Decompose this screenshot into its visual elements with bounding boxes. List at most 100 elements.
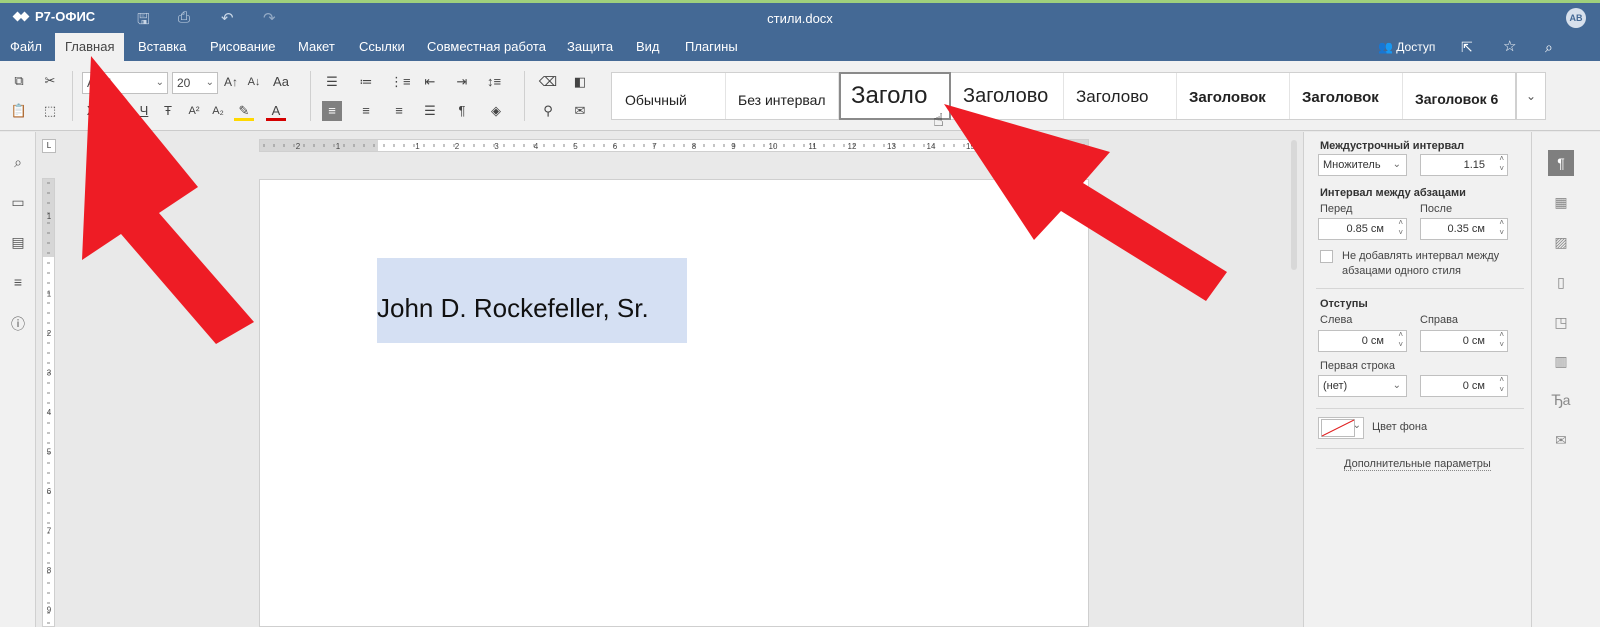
- tab-stop-selector[interactable]: L: [42, 139, 56, 153]
- search-icon[interactable]: ⌕: [9, 154, 27, 172]
- background-color-picker[interactable]: ⌄: [1318, 417, 1364, 439]
- subscript-button[interactable]: A₂: [208, 101, 228, 121]
- font-name-combo[interactable]: Arial ⌄: [82, 72, 168, 94]
- spinner-icon[interactable]: ˄ ˅: [1398, 218, 1403, 238]
- highlight-icon[interactable]: ✎: [234, 101, 254, 121]
- grow-font-button[interactable]: A↑: [222, 72, 240, 92]
- cut-icon[interactable]: ✂: [40, 71, 60, 91]
- tab-layout[interactable]: Макет: [288, 33, 345, 61]
- tab-insert[interactable]: Вставка: [128, 33, 196, 61]
- paragraph-marks-icon[interactable]: ¶: [452, 101, 472, 121]
- align-right-icon[interactable]: ≡: [389, 101, 409, 121]
- spinner-icon[interactable]: ˄ ˅: [1499, 218, 1504, 238]
- line-spacing-title: Междустрочный интервал: [1320, 140, 1465, 152]
- italic-button[interactable]: К: [108, 101, 128, 121]
- strikethrough-button[interactable]: Ŧ: [158, 101, 178, 121]
- vertical-scrollbar[interactable]: [1289, 140, 1299, 280]
- change-case-button[interactable]: Aa: [268, 72, 294, 92]
- right-sidebar: ¶ ▦ ▨ ▯ ◳ ▥ Ꚋa ✉: [1531, 132, 1600, 627]
- style-heading-4[interactable]: Заголовок: [1177, 73, 1290, 119]
- image-settings-icon[interactable]: ▨: [1548, 229, 1574, 255]
- copy-style-icon[interactable]: ⚲: [538, 101, 558, 121]
- multilevel-list-icon[interactable]: ⋮≡: [390, 72, 411, 92]
- bold-button[interactable]: Ж: [83, 101, 103, 121]
- info-icon[interactable]: ⓘ: [9, 314, 27, 332]
- style-normal[interactable]: Обычный: [612, 73, 726, 119]
- clear-style-icon[interactable]: ⌫: [538, 72, 558, 92]
- tab-draw[interactable]: Рисование: [200, 33, 285, 61]
- styles-expand-chevron-icon[interactable]: ⌄: [1516, 72, 1546, 120]
- first-line-value-input[interactable]: 0 см ˄ ˅: [1420, 375, 1508, 397]
- shape-settings-icon[interactable]: ◳: [1548, 309, 1574, 335]
- line-spacing-icon[interactable]: ↕≡: [484, 72, 504, 92]
- search-icon[interactable]: ⌕: [1545, 33, 1553, 61]
- tab-plugins[interactable]: Плагины: [675, 33, 748, 61]
- paragraph-settings-icon[interactable]: ¶: [1548, 150, 1574, 176]
- select-all-icon[interactable]: ⬚: [40, 101, 60, 121]
- bullet-list-icon[interactable]: ☰: [322, 72, 342, 92]
- justify-icon[interactable]: ☰: [420, 101, 440, 121]
- style-heading-6[interactable]: Заголовок 6: [1403, 73, 1516, 119]
- text-art-icon[interactable]: Ꚋa: [1548, 387, 1574, 413]
- avatar[interactable]: АВ: [1566, 8, 1586, 28]
- no-add-spacing-checkbox[interactable]: [1320, 250, 1333, 263]
- title-bar: Р7-ОФИС 🖫 ⎙ ↶ ↷ стили.docx АВ: [0, 0, 1600, 33]
- horizontal-ruler[interactable]: 2 1 1 2 3 4 5 6 7 8 9 10 11 12 13 14 15: [259, 139, 1089, 152]
- color-scheme-icon[interactable]: ◧: [570, 72, 590, 92]
- scrollbar-thumb[interactable]: [1291, 140, 1297, 270]
- header-footer-icon[interactable]: ▯: [1548, 269, 1574, 295]
- indent-right-input[interactable]: 0 см ˄ ˅: [1420, 330, 1508, 352]
- chat-icon[interactable]: ▤: [9, 234, 27, 252]
- spinner-icon[interactable]: ˄ ˅: [1499, 330, 1504, 350]
- font-size-combo[interactable]: 20 ⌄: [172, 72, 218, 94]
- align-left-icon[interactable]: ≡: [322, 101, 342, 121]
- superscript-button[interactable]: A²: [184, 101, 204, 121]
- comments-icon[interactable]: ▭: [9, 194, 27, 212]
- style-heading-3[interactable]: Заголово: [1064, 73, 1177, 119]
- spinner-icon[interactable]: ˄ ˅: [1499, 154, 1504, 174]
- spacing-before-input[interactable]: 0.85 см ˄ ˅: [1318, 218, 1407, 240]
- line-spacing-value-input[interactable]: 1.15 ˄ ˅: [1420, 154, 1508, 176]
- favorite-star-icon[interactable]: ☆: [1503, 33, 1516, 61]
- navigation-icon[interactable]: ≡: [9, 274, 27, 292]
- style-no-spacing[interactable]: Без интервал: [726, 73, 839, 119]
- font-color-button[interactable]: A: [266, 101, 286, 121]
- shrink-font-button[interactable]: A↓: [245, 72, 263, 92]
- access-button[interactable]: 👥 Доступ: [1378, 33, 1435, 61]
- table-settings-icon[interactable]: ▦: [1548, 189, 1574, 215]
- style-heading-2[interactable]: Заголово: [951, 73, 1064, 119]
- tab-protection[interactable]: Защита: [557, 33, 623, 61]
- align-center-icon[interactable]: ≡: [356, 101, 376, 121]
- chart-settings-icon[interactable]: ▥: [1548, 348, 1574, 374]
- spacing-after-input[interactable]: 0.35 см ˄ ˅: [1420, 218, 1508, 240]
- style-heading-1[interactable]: Заголо: [839, 72, 951, 120]
- tab-references[interactable]: Ссылки: [349, 33, 415, 61]
- tab-file[interactable]: Файл: [0, 33, 52, 61]
- open-location-icon[interactable]: ⇱: [1461, 33, 1473, 61]
- line-spacing-mode-select[interactable]: Множитель ⌄: [1318, 154, 1407, 176]
- spinner-icon[interactable]: ˄ ˅: [1398, 330, 1403, 350]
- tab-view[interactable]: Вид: [626, 33, 670, 61]
- mail-merge-icon[interactable]: ✉: [1548, 427, 1574, 453]
- indent-left-input[interactable]: 0 см ˄ ˅: [1318, 330, 1407, 352]
- decrease-indent-icon[interactable]: ⇤: [420, 72, 440, 92]
- tab-home[interactable]: Главная: [55, 33, 125, 61]
- increase-indent-icon[interactable]: ⇥: [452, 72, 472, 92]
- underline-button[interactable]: Ч: [134, 101, 154, 121]
- advanced-settings-link[interactable]: Дополнительные параметры: [1344, 458, 1491, 471]
- tab-collaboration[interactable]: Совместная работа: [417, 33, 556, 61]
- copy-icon[interactable]: ⧉: [9, 71, 29, 91]
- mail-merge-icon[interactable]: ✉: [570, 101, 590, 121]
- vertical-ruler[interactable]: 1 1 2 3 4 5 6 7 8 9: [42, 178, 55, 627]
- indent-right-label: Справа: [1420, 314, 1458, 326]
- ruler-label: 1: [415, 142, 420, 151]
- numbered-list-icon[interactable]: ≔: [356, 72, 376, 92]
- ruler-label: 2: [455, 142, 460, 151]
- first-line-mode-select[interactable]: (нет) ⌄: [1318, 375, 1407, 397]
- style-heading-5[interactable]: Заголовок: [1290, 73, 1403, 119]
- document-paragraph[interactable]: John D. Rockefeller, Sr.: [377, 293, 649, 324]
- paste-icon[interactable]: 📋: [9, 101, 29, 121]
- shading-icon[interactable]: ◈: [486, 101, 506, 121]
- document-page[interactable]: John D. Rockefeller, Sr.: [259, 179, 1089, 627]
- spinner-icon[interactable]: ˄ ˅: [1499, 375, 1504, 395]
